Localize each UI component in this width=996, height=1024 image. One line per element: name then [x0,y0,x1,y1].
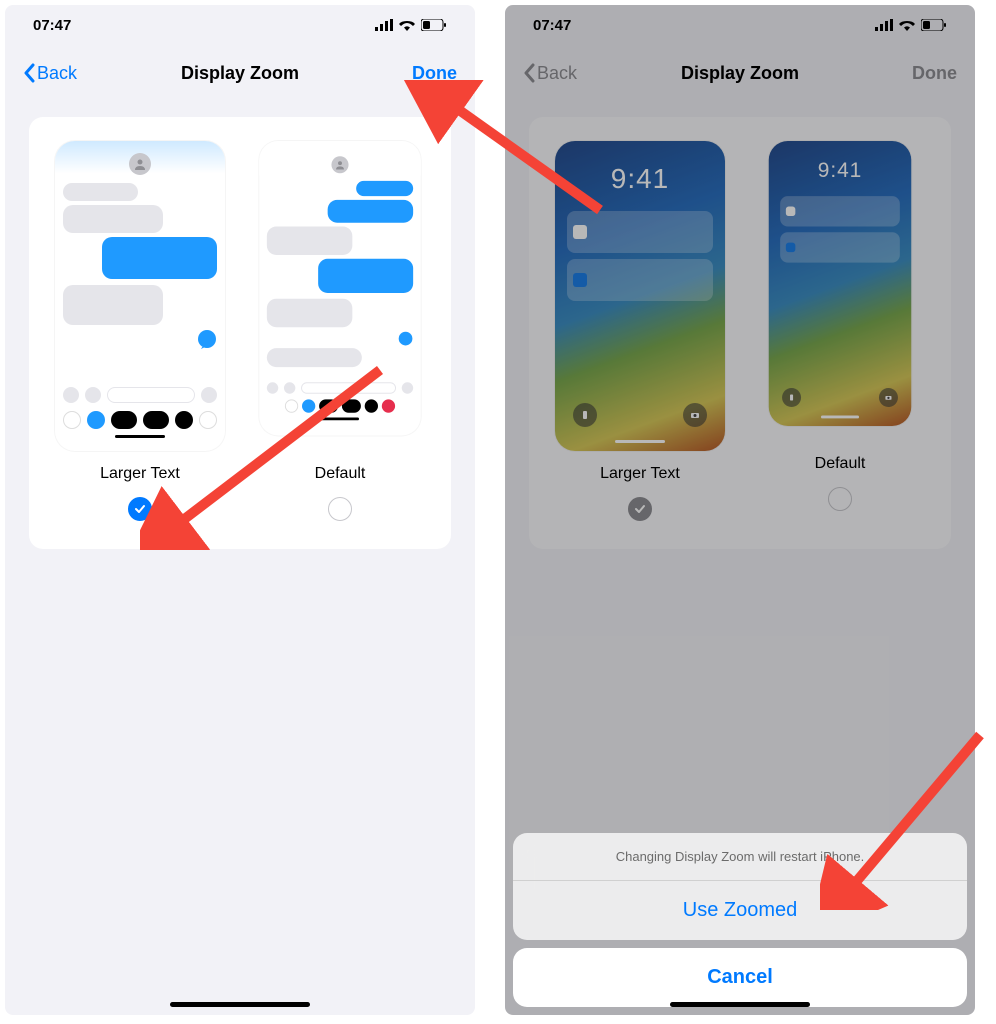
annotation-arrow-done [400,80,620,230]
battery-icon [421,19,447,31]
chevron-left-icon [23,63,35,83]
typing-indicator-icon [398,331,413,346]
home-indicator [670,1002,810,1007]
back-button[interactable]: Back [23,63,77,84]
home-indicator [170,1002,310,1007]
typing-indicator-icon [197,329,217,349]
annotation-arrow-radio [140,350,400,550]
avatar-icon [331,156,348,173]
mic-icon [402,382,413,393]
status-time: 07:47 [33,17,71,34]
messages-header [55,141,225,177]
status-icons [375,19,447,31]
cellular-icon [375,19,393,31]
avatar-icon [129,153,151,175]
messages-header [259,141,421,175]
annotation-arrow-use-zoomed [820,720,996,910]
cancel-button[interactable]: Cancel [513,948,967,1007]
wifi-icon [399,19,415,31]
page-title: Display Zoom [181,63,299,84]
camera-icon [63,387,79,403]
back-label: Back [37,63,77,84]
status-bar: 07:47 [5,5,475,45]
appstore-icon [85,387,101,403]
